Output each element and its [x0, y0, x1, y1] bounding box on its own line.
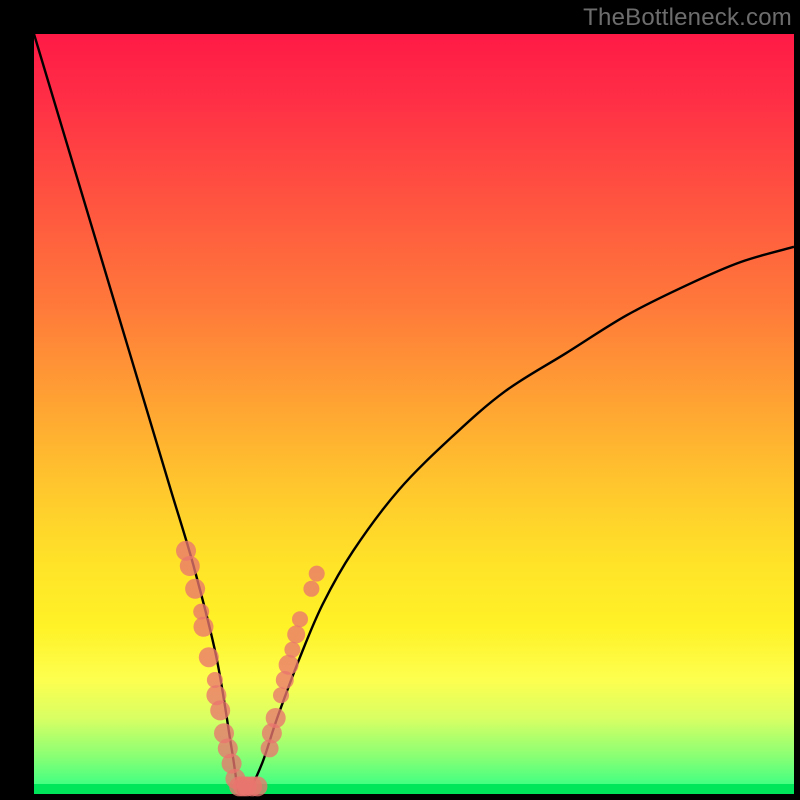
- data-point: [266, 708, 286, 728]
- data-point: [210, 700, 230, 720]
- scatter-left-branch: [176, 541, 267, 797]
- data-point: [287, 625, 305, 643]
- chart-svg: [34, 34, 794, 794]
- data-point: [292, 611, 308, 627]
- data-point: [180, 556, 200, 576]
- data-point: [284, 642, 300, 658]
- data-point: [309, 566, 325, 582]
- chart-frame: TheBottleneck.com: [0, 0, 800, 800]
- data-point: [273, 687, 289, 703]
- data-point: [279, 655, 299, 675]
- data-point: [247, 776, 267, 796]
- chart-plot-area: [34, 34, 794, 794]
- watermark-text: TheBottleneck.com: [583, 4, 792, 32]
- data-point: [303, 581, 319, 597]
- data-point: [185, 579, 205, 599]
- data-point: [199, 647, 219, 667]
- scatter-right-branch: [261, 566, 325, 758]
- bottleneck-curve-path: [34, 34, 794, 799]
- data-point: [193, 617, 213, 637]
